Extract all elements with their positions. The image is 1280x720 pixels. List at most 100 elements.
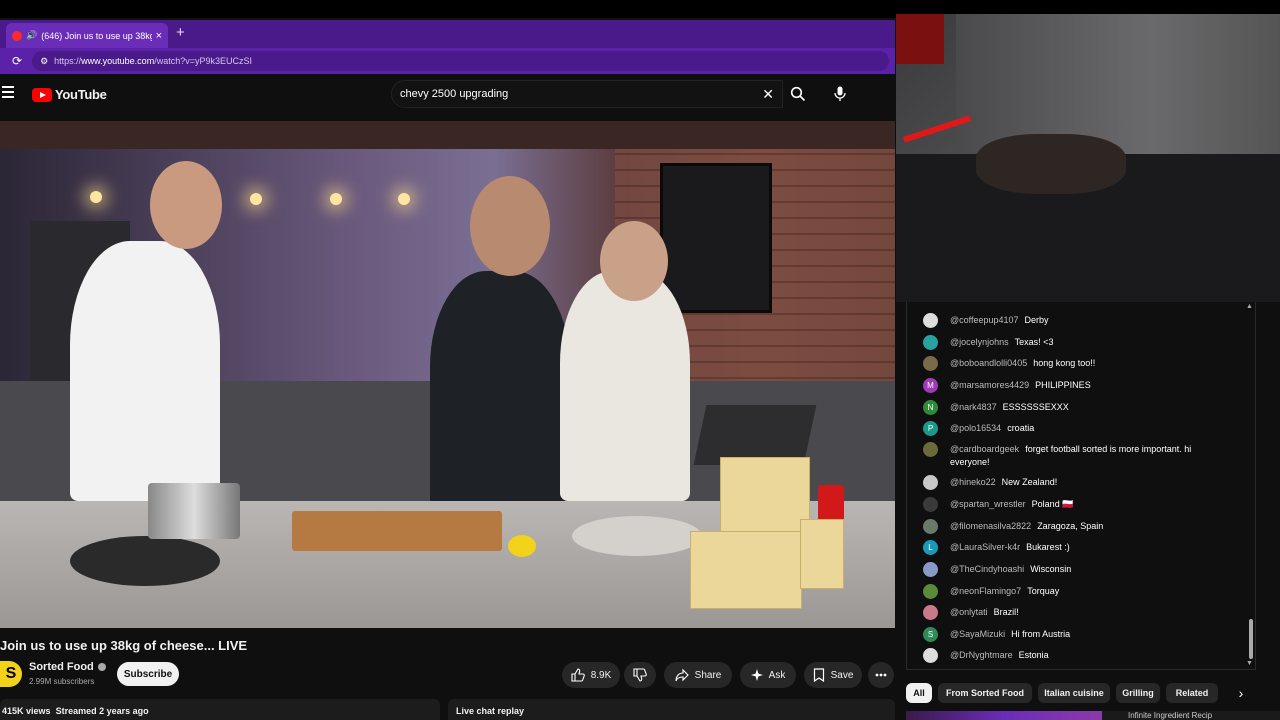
description-box[interactable]: 415K views Streamed 2 years ago xyxy=(0,699,440,720)
save-label: Save xyxy=(830,669,854,681)
ask-button[interactable]: Ask xyxy=(740,662,796,688)
browser-address-bar: ⟳ ⚙ https://www.youtube.com/watch?v=yP9k… xyxy=(0,48,895,74)
chat-author[interactable]: @cardboardgeek xyxy=(950,444,1019,454)
chat-message: N @nark4837 ESSSSSSEXXX xyxy=(923,400,1213,415)
chat-avatar[interactable] xyxy=(923,475,938,490)
chat-author[interactable]: @polo16534 xyxy=(950,423,1001,433)
chat-message-body: @onlytati Brazil! xyxy=(950,606,1019,619)
voice-search-button[interactable] xyxy=(828,82,852,106)
microphone-icon xyxy=(834,86,846,101)
chat-author[interactable]: @hineko22 xyxy=(950,477,996,487)
search-button[interactable] xyxy=(786,80,810,108)
chat-avatar[interactable] xyxy=(923,442,938,457)
chat-text: croatia xyxy=(1007,423,1035,433)
chat-avatar[interactable] xyxy=(923,497,938,512)
chat-message-body: @coffeepup4107 Derby xyxy=(950,314,1049,327)
chat-avatar[interactable] xyxy=(923,356,938,371)
chat-author[interactable]: @marsamores4429 xyxy=(950,380,1029,390)
youtube-favicon-icon xyxy=(12,30,22,41)
browser-tab[interactable]: 🔊 (646) Join us to use up 38kg of cheese… xyxy=(6,23,168,48)
chat-avatar[interactable] xyxy=(923,605,938,620)
search-icon xyxy=(790,86,806,102)
frying-pan xyxy=(70,536,220,586)
clear-search-icon[interactable]: ✕ xyxy=(762,86,774,103)
cheese-block xyxy=(690,531,802,609)
save-button[interactable]: Save xyxy=(804,662,862,688)
url-path: /watch?v=yP9k3EUCzSI xyxy=(154,56,252,66)
recommended-title: Infinite Ingredient Recip xyxy=(1128,711,1213,720)
scroll-down-icon[interactable]: ▼ xyxy=(1246,660,1253,667)
speaker-icon[interactable]: 🔊 xyxy=(26,30,37,41)
chat-text: Torquay xyxy=(1027,586,1060,596)
menu-icon[interactable] xyxy=(2,86,14,98)
bookmark-icon xyxy=(813,668,824,682)
channel-name-text: Sorted Food xyxy=(29,661,94,673)
recommended-thumbnail[interactable] xyxy=(906,711,1102,720)
tab-close-icon[interactable]: × xyxy=(156,30,162,42)
webcam-flag xyxy=(896,14,944,64)
chat-message: P @polo16534 croatia xyxy=(923,421,1213,436)
chat-author[interactable]: @SayaMizuki xyxy=(950,629,1005,639)
channel-avatar[interactable]: S xyxy=(0,661,22,687)
chat-avatar[interactable] xyxy=(923,313,938,328)
site-info-icon[interactable]: ⚙ xyxy=(40,56,48,67)
chat-author[interactable]: @jocelynjohns xyxy=(950,337,1009,347)
recommended-video-strip[interactable]: Infinite Ingredient Recip xyxy=(906,711,1280,720)
new-tab-icon[interactable]: + xyxy=(176,24,185,41)
youtube-logo[interactable]: YouTube xyxy=(32,87,107,102)
more-actions-button[interactable] xyxy=(868,662,894,688)
chat-avatar[interactable]: N xyxy=(923,400,938,415)
subscriber-count: 2.99M subscribers xyxy=(29,677,95,686)
chevron-right-icon[interactable]: › xyxy=(1232,684,1250,702)
chat-author[interactable]: @filomenasilva2822 xyxy=(950,521,1031,531)
reload-icon[interactable]: ⟳ xyxy=(12,54,22,68)
search-input[interactable]: chevy 2500 upgrading ✕ xyxy=(391,80,783,108)
video-player[interactable] xyxy=(0,121,895,628)
webcam-person xyxy=(976,134,1126,194)
chat-author[interactable]: @boboandlolli0405 xyxy=(950,358,1027,368)
filter-chip[interactable]: Grilling xyxy=(1116,683,1160,703)
chat-avatar[interactable] xyxy=(923,562,938,577)
chat-avatar[interactable] xyxy=(923,519,938,534)
youtube-play-icon xyxy=(32,87,52,102)
chat-message-body: @TheCindyhoashi Wisconsin xyxy=(950,563,1071,576)
chat-author[interactable]: @onlytati xyxy=(950,607,988,617)
chat-author[interactable]: @DrNyghtmare xyxy=(950,650,1013,660)
filter-chip[interactable]: Related xyxy=(1166,683,1218,703)
dislike-button[interactable] xyxy=(624,662,656,688)
chat-author[interactable]: @LauraSilver-k4r xyxy=(950,542,1020,552)
presenter-middle-head xyxy=(470,176,550,276)
chat-avatar[interactable] xyxy=(923,584,938,599)
chat-author[interactable]: @TheCindyhoashi xyxy=(950,564,1024,574)
share-button[interactable]: Share xyxy=(664,662,732,688)
filter-chip[interactable]: Italian cuisine xyxy=(1038,683,1110,703)
chat-text: ESSSSSSEXXX xyxy=(1002,402,1069,412)
chat-avatar[interactable]: P xyxy=(923,421,938,436)
chat-text: New Zealand! xyxy=(1001,477,1058,487)
chat-avatar[interactable] xyxy=(923,335,938,350)
chat-message: @hineko22 New Zealand! xyxy=(923,475,1213,490)
chat-author[interactable]: @nark4837 xyxy=(950,402,997,412)
channel-name[interactable]: Sorted Food xyxy=(29,661,106,673)
chat-message: @boboandlolli0405 hong kong too!! xyxy=(923,356,1213,371)
url-field[interactable]: ⚙ https://www.youtube.com/watch?v=yP9k3E… xyxy=(32,51,889,71)
chat-scrollbar-thumb[interactable] xyxy=(1249,619,1253,659)
screen: 🔊 (646) Join us to use up 38kg of cheese… xyxy=(0,0,1280,720)
chat-text: Estonia xyxy=(1018,650,1049,660)
chat-author[interactable]: @spartan_wrestler xyxy=(950,499,1026,509)
subscribe-button[interactable]: Subscribe xyxy=(117,662,179,686)
chat-avatar[interactable]: M xyxy=(923,378,938,393)
view-count: 415K views xyxy=(2,706,51,716)
chat-avatar[interactable]: S xyxy=(923,627,938,642)
filter-chip[interactable]: All xyxy=(906,683,932,703)
filter-chip[interactable]: From Sorted Food xyxy=(938,683,1032,703)
live-chat-panel[interactable]: @coffeepup4107 Derby @jocelynjohns Texas! <… xyxy=(906,302,1256,670)
chat-avatar[interactable] xyxy=(923,648,938,663)
url-host: www.youtube.com xyxy=(81,56,155,66)
chat-avatar[interactable]: L xyxy=(923,540,938,555)
chat-author[interactable]: @coffeepup4107 xyxy=(950,315,1019,325)
chat-author[interactable]: @neonFlamingo7 xyxy=(950,586,1021,596)
like-button[interactable]: 8.9K xyxy=(562,662,620,688)
scroll-up-icon[interactable]: ▲ xyxy=(1246,303,1253,310)
live-chat-replay-header[interactable]: Live chat replay xyxy=(448,699,895,720)
